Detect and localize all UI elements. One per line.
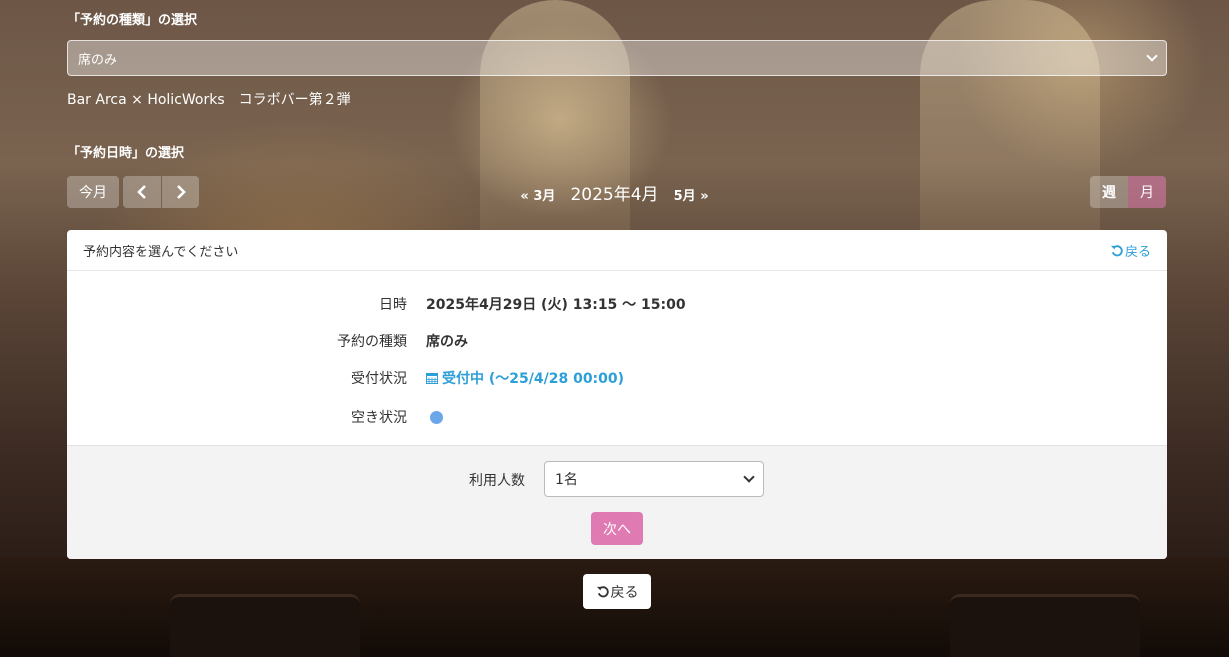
detail-key: 空き状況 xyxy=(351,410,407,426)
next-month-link[interactable]: 5月 » xyxy=(674,189,709,204)
chevron-down-icon xyxy=(1146,50,1158,62)
next-step-button[interactable]: 次へ xyxy=(591,512,643,545)
status-value: 受付中 (〜25/4/28 00:00) xyxy=(426,368,624,388)
background-stool xyxy=(170,594,360,657)
datetime-heading: 「予約日時」の選択 xyxy=(67,146,185,161)
detail-key: 予約の種類 xyxy=(337,334,407,350)
detail-value: 席のみ xyxy=(426,334,468,350)
people-value: 1名 xyxy=(555,472,578,488)
month-navigation: « 3月 2025年4月 5月 » xyxy=(0,180,1229,205)
next-month-label: 5月 xyxy=(673,189,696,204)
status-text: 受付中 (〜25/4/28 00:00) xyxy=(442,371,625,387)
detail-value: 2025年4月29日 (火) 13:15 〜 15:00 xyxy=(426,297,686,313)
undo-icon xyxy=(1110,244,1123,256)
calendar-icon xyxy=(426,373,438,384)
background-stool xyxy=(950,594,1140,657)
prev-month-label: 3月 xyxy=(533,189,556,204)
card-footer: 利用人数 1名 次へ xyxy=(67,445,1167,559)
bottom-back-button[interactable]: 戻る xyxy=(583,574,651,609)
availability-dot-icon xyxy=(430,411,443,424)
event-title: Bar Arca × HolicWorks コラボバー第２弾 xyxy=(67,92,351,108)
detail-key: 受付状況 xyxy=(351,371,407,387)
reservation-type-heading: 「予約の種類」の選択 xyxy=(67,13,198,28)
card-back-link[interactable]: 戻る xyxy=(1110,241,1151,260)
chevron-down-icon xyxy=(743,471,755,483)
undo-icon xyxy=(596,586,609,598)
card-back-label: 戻る xyxy=(1124,244,1151,260)
prev-month-link[interactable]: « 3月 xyxy=(520,189,555,204)
detail-key: 日時 xyxy=(379,297,407,313)
reservation-type-select[interactable]: 席のみ xyxy=(67,40,1167,76)
people-select[interactable]: 1名 xyxy=(544,461,764,497)
reservation-card: 予約内容を選んでください 戻る 日時 2025年4月29日 (火) 13:15 … xyxy=(67,230,1167,559)
view-week-button[interactable]: 週 xyxy=(1090,176,1128,208)
people-label: 利用人数 xyxy=(469,473,525,489)
card-header-text: 予約内容を選んでください xyxy=(83,244,239,260)
reservation-type-value: 席のみ xyxy=(78,52,118,68)
card-header: 予約内容を選んでください 戻る xyxy=(67,230,1167,271)
view-month-button[interactable]: 月 xyxy=(1128,176,1166,208)
current-month: 2025年4月 xyxy=(570,185,659,205)
bottom-back-label: 戻る xyxy=(610,584,639,601)
